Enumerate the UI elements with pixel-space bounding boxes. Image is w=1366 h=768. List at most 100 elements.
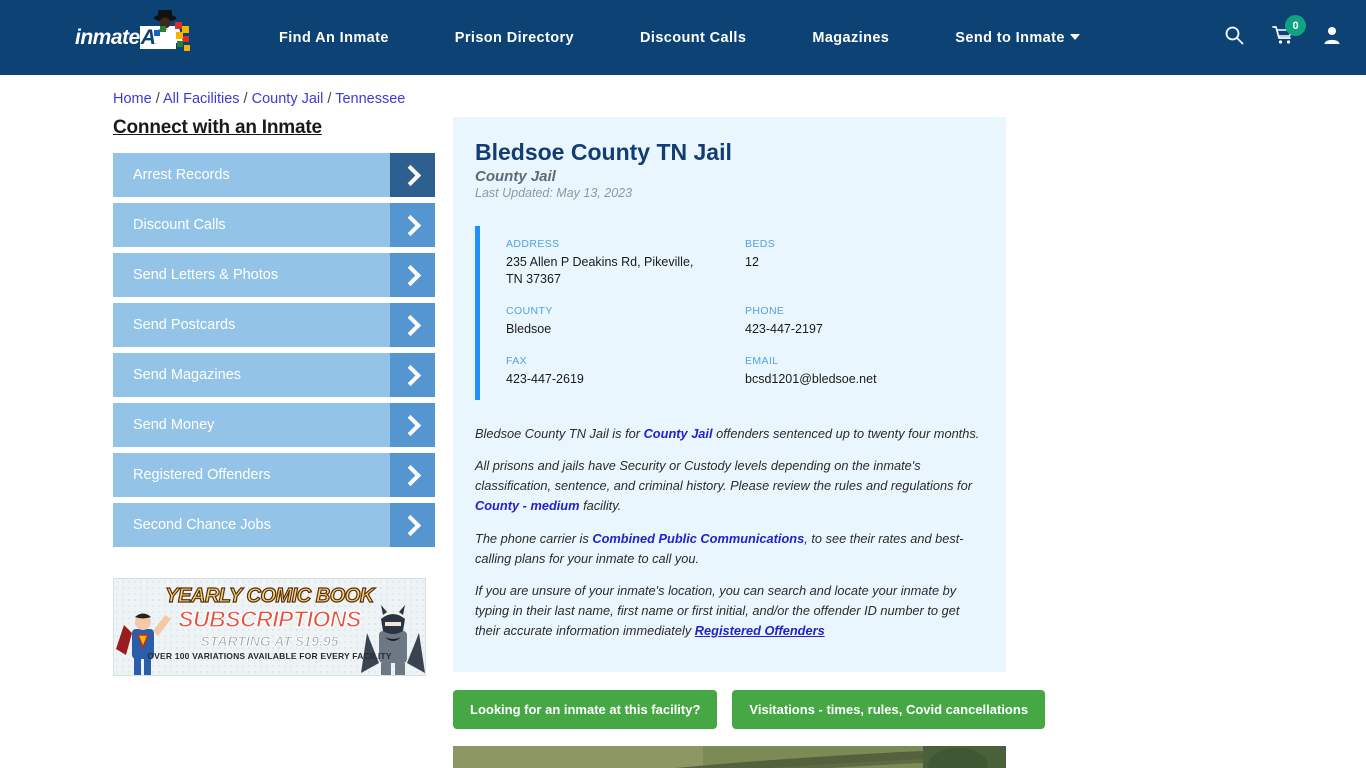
page-body: Home / All Facilities / County Jail / Te…	[0, 91, 1366, 768]
search-icon[interactable]	[1224, 25, 1244, 50]
detail-label: FAX	[506, 354, 528, 367]
sidebar-item-send-magazines[interactable]: Send Magazines	[113, 353, 435, 397]
user-account-icon[interactable]	[1322, 25, 1342, 50]
sidebar: Connect with an Inmate Arrest Records Di…	[113, 117, 435, 768]
page-title: Bledsoe County TN Jail	[475, 139, 732, 165]
shopping-cart-icon[interactable]: 0	[1272, 15, 1306, 50]
sidebar-item-registered-offenders[interactable]: Registered Offenders	[113, 453, 435, 497]
sidebar-item-send-postcards[interactable]: Send Postcards	[113, 303, 435, 347]
facility-details-grid: ADDRESS 235 Allen P Deakins Rd, Pikevill…	[475, 226, 984, 400]
link-county-medium[interactable]: County - medium	[475, 498, 580, 513]
breadcrumb-separator: /	[151, 91, 163, 107]
sidebar-item-label: Send Postcards	[133, 317, 236, 333]
chevron-right-icon	[390, 253, 435, 297]
link-registered-offenders[interactable]: Registered Offenders	[695, 623, 825, 638]
chevron-down-icon	[1069, 33, 1080, 40]
nav-label: Find An Inmate	[279, 29, 389, 46]
detail-label: ADDRESS	[506, 238, 560, 250]
detail-value: 235 Allen P Deakins Rd, Pikeville, TN 37…	[506, 255, 694, 286]
sidebar-item-label: Discount Calls	[133, 217, 226, 233]
detail-value: 423-447-2197	[745, 321, 823, 336]
sidebar-item-label: Send Letters & Photos	[133, 267, 279, 283]
content-row: Connect with an Inmate Arrest Records Di…	[0, 117, 1366, 768]
detail-label: BEDS	[745, 238, 776, 250]
sidebar-item-second-chance-jobs[interactable]: Second Chance Jobs	[113, 503, 435, 547]
main-column: Bledsoe County TN Jail County Jail Last …	[453, 117, 1046, 768]
detail-beds: BEDS 12	[745, 238, 984, 288]
breadcrumb-item-home[interactable]: Home	[113, 91, 152, 107]
detail-label: COUNTY	[506, 304, 553, 317]
link-combined-public-communications[interactable]: Combined Public Communications	[592, 531, 804, 546]
detail-value: 423-447-2619	[506, 371, 584, 386]
nav-label: Discount Calls	[640, 29, 747, 46]
nav-label: Prison Directory	[454, 29, 575, 46]
description-paragraph-2: All prisons and jails have Security or C…	[475, 456, 984, 515]
looking-for-inmate-button[interactable]: Looking for an inmate at this facility?	[453, 689, 718, 729]
facility-info-panel: Bledsoe County TN Jail County Jail Last …	[453, 117, 1006, 672]
chevron-right-icon	[390, 453, 435, 497]
site-logo[interactable]: inmateAID	[75, 9, 191, 60]
chevron-right-icon	[390, 203, 435, 247]
nav-item-magazines[interactable]: Magazines	[779, 30, 922, 46]
text-fragment: facility.	[579, 497, 622, 513]
nav-item-prison-directory[interactable]: Prison Directory	[422, 30, 607, 46]
description-paragraph-1: Bledsoe County TN Jail is for County Jai…	[475, 424, 984, 444]
breadcrumb-separator: /	[323, 91, 336, 107]
breadcrumb-item-all-facilities[interactable]: All Facilities	[163, 91, 240, 107]
link-county-jail[interactable]: County Jail	[644, 426, 713, 441]
sidebar-item-label: Registered Offenders	[133, 467, 271, 483]
comic-book-subscription-ad[interactable]: YEARLY COMIC BOOK SUBSCRIPTIONS STARTING…	[113, 578, 426, 676]
sidebar-title: Connect with an Inmate	[113, 117, 322, 138]
breadcrumb: Home / All Facilities / County Jail / Te…	[113, 91, 1366, 107]
facility-description: Bledsoe County TN Jail is for County Jai…	[475, 424, 984, 641]
detail-phone: PHONE 423-447-2197	[745, 305, 984, 338]
sidebar-item-arrest-records[interactable]: Arrest Records	[113, 153, 435, 197]
main-navigation: Find An Inmate Prison Directory Discount…	[246, 30, 1113, 46]
breadcrumb-separator: /	[239, 91, 252, 107]
facility-type-subtitle: County Jail	[475, 168, 556, 185]
visitations-button[interactable]: Visitations - times, rules, Covid cancel…	[732, 689, 1046, 729]
sidebar-item-label: Arrest Records	[133, 167, 230, 183]
detail-value: 12	[745, 255, 759, 269]
text-fragment: Bledsoe County TN Jail is for	[475, 425, 644, 441]
action-button-row: Looking for an inmate at this facility? …	[453, 689, 1046, 729]
nav-item-send-to-inmate[interactable]: Send to Inmate	[922, 30, 1113, 46]
cart-count-badge: 0	[1285, 15, 1306, 36]
aerial-satellite-view	[453, 745, 1006, 768]
detail-label: EMAIL	[745, 354, 779, 367]
sidebar-item-label: Second Chance Jobs	[133, 517, 271, 533]
chevron-right-icon	[390, 353, 435, 397]
detail-address: ADDRESS 235 Allen P Deakins Rd, Pikevill…	[506, 238, 745, 288]
detail-value: Bledsoe	[506, 321, 552, 336]
ad-line-1: YEARLY COMIC BOOK	[165, 584, 375, 607]
detail-label: PHONE	[745, 304, 785, 317]
text-fragment: All prisons and jails have Security or C…	[475, 458, 972, 494]
ad-line-2: SUBSCRIPTIONS	[178, 605, 362, 632]
nav-item-discount-calls[interactable]: Discount Calls	[607, 30, 779, 46]
header-icon-group: 0	[1224, 0, 1342, 75]
detail-fax: FAX 423-447-2619	[506, 355, 745, 388]
description-paragraph-3: The phone carrier is Combined Public Com…	[475, 529, 984, 569]
last-updated-text: Last Updated: May 13, 2023	[475, 186, 633, 200]
logo-text-inmate: inmate	[75, 25, 140, 49]
chevron-right-icon	[390, 153, 435, 197]
nav-label: Magazines	[812, 29, 890, 46]
sidebar-item-send-letters-photos[interactable]: Send Letters & Photos	[113, 253, 435, 297]
detail-value: bcsd1201@bledsoe.net	[745, 371, 877, 386]
sidebar-item-send-money[interactable]: Send Money	[113, 403, 435, 447]
nav-item-find-an-inmate[interactable]: Find An Inmate	[246, 30, 422, 46]
ad-line-3: STARTING AT $19.95	[200, 633, 339, 650]
inmate-figure-logo-icon	[153, 9, 190, 51]
description-paragraph-4: If you are unsure of your inmate's locat…	[475, 581, 984, 640]
detail-county: COUNTY Bledsoe	[506, 305, 745, 338]
facility-aerial-image[interactable]	[453, 745, 1006, 768]
breadcrumb-item-tennessee[interactable]: Tennessee	[335, 91, 405, 107]
text-fragment: The phone carrier is	[475, 530, 593, 546]
ad-line-4: OVER 100 VARIATIONS AVAILABLE FOR EVERY …	[147, 651, 392, 661]
text-fragment: offenders sentenced up to twenty four mo…	[712, 425, 980, 441]
sidebar-item-discount-calls[interactable]: Discount Calls	[113, 203, 435, 247]
chevron-right-icon	[390, 503, 435, 547]
chevron-right-icon	[390, 403, 435, 447]
breadcrumb-item-county-jail[interactable]: County Jail	[252, 91, 324, 107]
sidebar-item-label: Send Money	[133, 417, 215, 433]
